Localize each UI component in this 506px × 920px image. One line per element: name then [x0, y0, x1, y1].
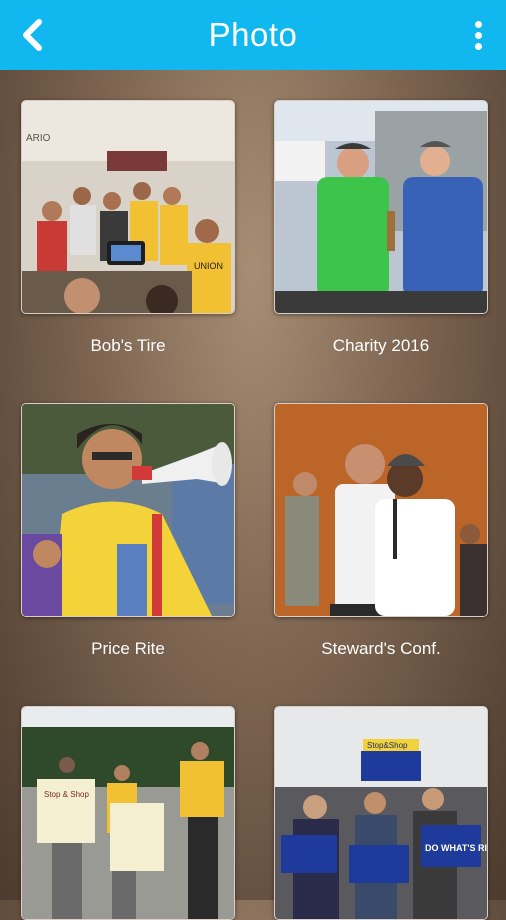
album-thumbnail[interactable]: ARIO UNION — [21, 100, 235, 314]
photo-sign-text: Stop & Shop — [44, 790, 89, 799]
megaphone-photo — [22, 404, 234, 616]
app-header: Photo — [0, 0, 506, 70]
back-button[interactable] — [14, 16, 50, 54]
photo-sign-text: ARIO — [26, 133, 51, 144]
page-title: Photo — [208, 16, 298, 53]
menu-dot-icon — [474, 42, 482, 50]
album-thumbnail[interactable] — [274, 100, 488, 314]
protest-photo: Stop&Shop DO WHAT'S RIGHT — [275, 707, 487, 919]
photo-sign-text: Stop&Shop — [367, 741, 408, 750]
photo-shirt-text: UNION — [194, 261, 223, 271]
photo-sign-text: DO WHAT'S RIGHT — [425, 843, 487, 853]
conference-photo — [275, 404, 487, 616]
album-thumbnail[interactable]: Stop&Shop DO WHAT'S RIGHT — [274, 706, 488, 920]
album-label: Bob's Tire — [90, 336, 166, 355]
album-label: Steward's Conf. — [321, 639, 441, 658]
album-thumbnail[interactable] — [274, 403, 488, 617]
menu-dot-icon — [474, 31, 482, 39]
crowd-photo: ARIO UNION — [22, 101, 234, 313]
overflow-menu-button[interactable] — [468, 16, 488, 54]
menu-dot-icon — [474, 20, 482, 28]
charity-photo — [275, 101, 487, 313]
album-thumbnail[interactable] — [21, 403, 235, 617]
album-label: Charity 2016 — [332, 336, 430, 355]
album-grid: ARIO UNION Bob's Tire Charity 2016 Price… — [0, 70, 506, 920]
rally-photo: Stop & Shop — [22, 707, 234, 919]
album-thumbnail[interactable]: Stop & Shop — [21, 706, 235, 920]
album-label: Price Rite — [91, 639, 165, 658]
chevron-left-icon — [23, 19, 42, 51]
